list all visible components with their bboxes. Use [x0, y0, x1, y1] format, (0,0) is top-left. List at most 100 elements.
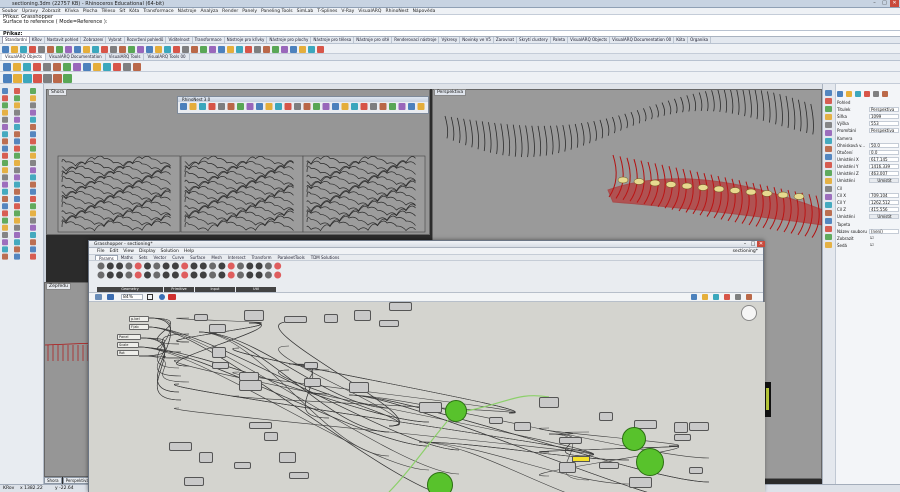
- gh-tab-tdm[interactable]: TDM Solutions: [308, 255, 343, 260]
- gh-tab-intersect[interactable]: Intersect: [225, 255, 249, 260]
- menu-soubor[interactable]: Soubor: [2, 9, 18, 14]
- tab-kota[interactable]: Kóta: [674, 37, 689, 43]
- gh-menu-file[interactable]: File: [97, 248, 105, 254]
- tab-zarovnat[interactable]: Zarovnat: [494, 37, 518, 43]
- gh-tab-curve[interactable]: Curve: [169, 255, 187, 260]
- gh-cluster-node[interactable]: [636, 448, 664, 476]
- grasshopper-title[interactable]: Grasshopper - sectioning*: [89, 241, 763, 248]
- gh-param[interactable]: p.bel: [129, 316, 149, 322]
- tab-visualarq-objects[interactable]: VisualARQ Objects: [568, 37, 611, 43]
- viewport-tab-shora[interactable]: Shora: [44, 477, 62, 484]
- gh-cluster-node[interactable]: [622, 427, 646, 451]
- gh-preview-icons[interactable]: [691, 293, 761, 301]
- gh-param[interactable]: Panel: [117, 334, 141, 340]
- tab-nastavit-pohled[interactable]: Nastavit pohled: [45, 37, 82, 43]
- maximize-button[interactable]: □: [880, 0, 889, 7]
- gh-component[interactable]: [379, 320, 399, 327]
- tab-standardni[interactable]: Standardní: [2, 36, 30, 43]
- gh-canvas[interactable]: p.bel F/ab Panel Scale Rot: [89, 302, 765, 492]
- menu-teleso[interactable]: Těleso: [102, 9, 116, 14]
- tab-nastroje-plochy[interactable]: Nástroje pro plochy: [267, 37, 312, 43]
- gh-menu-help[interactable]: Help: [184, 248, 194, 254]
- prop-value[interactable]: 0.0: [869, 150, 899, 155]
- prop-value[interactable]: 1416.339: [869, 164, 899, 169]
- gh-component[interactable]: [674, 422, 688, 433]
- gray-checkbox[interactable]: ☑: [869, 243, 899, 248]
- gh-component[interactable]: [304, 378, 321, 387]
- gh-component[interactable]: [354, 310, 371, 321]
- gh-tab-sets[interactable]: Sets: [136, 255, 151, 260]
- tab-visualarq-objects-2[interactable]: VisualARQ Objects: [2, 54, 46, 60]
- gh-tab-parakeet[interactable]: ParakeetTools: [274, 255, 307, 260]
- gh-component[interactable]: [239, 380, 262, 391]
- menu-zobrazit[interactable]: Zobrazit: [42, 9, 61, 14]
- gh-component[interactable]: [539, 397, 559, 408]
- gh-component[interactable]: [212, 347, 226, 358]
- gh-component[interactable]: [249, 422, 272, 429]
- menu-krivka[interactable]: Křivka: [65, 9, 79, 14]
- save-file-icon[interactable]: [107, 294, 114, 300]
- gh-component[interactable]: [194, 314, 208, 321]
- tab-novinky[interactable]: Novinky ve V5: [460, 37, 494, 43]
- menu-rhinonest[interactable]: RhinoNest: [385, 9, 408, 14]
- gh-param[interactable]: Rot: [117, 350, 139, 356]
- prop-value[interactable]: (není): [869, 229, 899, 234]
- gh-component[interactable]: [514, 422, 531, 431]
- menu-render[interactable]: Render: [222, 9, 238, 14]
- gh-component[interactable]: [264, 432, 278, 441]
- tab-viditelnost[interactable]: Viditelnost: [166, 37, 193, 43]
- left-tool-icons[interactable]: [2, 88, 46, 268]
- tab-nastroje-telesa[interactable]: Nástroje pro tělesa: [311, 37, 355, 43]
- show-checkbox[interactable]: ☑: [869, 236, 899, 241]
- zoom-extents-icon[interactable]: [147, 294, 153, 300]
- gh-component[interactable]: [419, 402, 442, 413]
- place-target-button[interactable]: Umístit: [869, 214, 899, 219]
- eye-icon[interactable]: [159, 294, 165, 300]
- gh-param[interactable]: F/ab: [129, 324, 149, 330]
- gh-component[interactable]: [349, 382, 369, 393]
- menu-transformace[interactable]: Transformace: [143, 9, 173, 14]
- tab-zobrazeni[interactable]: Zobrazení: [81, 37, 107, 43]
- gh-tab-mesh[interactable]: Mesh: [208, 255, 225, 260]
- menu-analyza[interactable]: Analýza: [200, 9, 218, 14]
- gh-component[interactable]: [599, 462, 619, 469]
- tab-organika[interactable]: Organika: [688, 37, 712, 43]
- gh-component[interactable]: [489, 417, 503, 424]
- rhinonest-icons[interactable]: [180, 102, 430, 114]
- tab-rozvrzeni[interactable]: Rozvržení pohledů: [125, 37, 167, 43]
- gh-tab-params[interactable]: Params: [95, 255, 118, 261]
- gh-cluster-node[interactable]: [427, 472, 453, 492]
- navigation-compass-icon[interactable]: [741, 305, 757, 321]
- gh-component[interactable]: [304, 362, 318, 369]
- gh-tab-maths[interactable]: Maths: [118, 255, 136, 260]
- tab-visualarq-tools-00[interactable]: VisualARQ Tools 00: [144, 54, 190, 60]
- tab-vykresy[interactable]: Výkresy: [439, 37, 461, 43]
- gh-component[interactable]: [244, 310, 264, 321]
- gh-param[interactable]: Scale: [117, 342, 139, 348]
- menu-paneling-tools[interactable]: Paneling Tools: [261, 9, 293, 14]
- gh-tab-vector[interactable]: Vector: [151, 255, 170, 260]
- menu-visualarq[interactable]: VisualARQ: [358, 9, 381, 14]
- prop-value[interactable]: Perspektiva: [869, 128, 899, 133]
- menu-plocha[interactable]: Plocha: [83, 9, 98, 14]
- viewport-front[interactable]: Zepředu: [44, 282, 95, 477]
- tab-paleta[interactable]: Paleta: [551, 37, 569, 43]
- gh-zoom-field[interactable]: 84%: [121, 294, 143, 300]
- gh-component[interactable]: [169, 442, 192, 451]
- organika-toolbar-icons[interactable]: [3, 73, 123, 84]
- open-file-icon[interactable]: [95, 294, 102, 300]
- close-button[interactable]: ✕: [890, 0, 899, 7]
- tab-krov[interactable]: KRov: [30, 37, 45, 43]
- gh-tab-surface[interactable]: Surface: [187, 255, 208, 260]
- gh-menu-edit[interactable]: Edit: [110, 248, 119, 254]
- tab-renderovaci[interactable]: Renderovací nástroje: [392, 37, 440, 43]
- gh-menu-display[interactable]: Display: [139, 248, 156, 254]
- gh-component[interactable]: [559, 437, 582, 444]
- gh-component[interactable]: [284, 316, 307, 323]
- gh-component[interactable]: [184, 477, 204, 486]
- prop-value[interactable]: 1262.512: [869, 200, 899, 205]
- tab-visualarq-documentation[interactable]: VisualARQ Documentation: [46, 54, 106, 60]
- gh-component[interactable]: [199, 452, 213, 463]
- prop-value[interactable]: 709.104: [869, 193, 899, 198]
- gh-menu-solution[interactable]: Solution: [161, 248, 179, 254]
